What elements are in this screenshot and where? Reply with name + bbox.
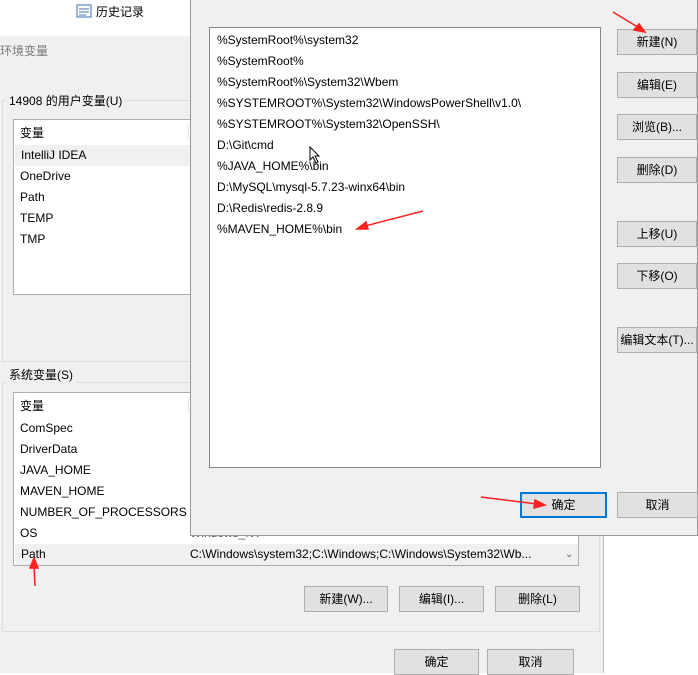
list-item-selected[interactable]: Path C:\Windows\system32;C:\Windows;C:\W… bbox=[15, 544, 578, 565]
user-variables-list[interactable]: 变量 IntelliJ IDEA OneDrive Path TEMP TMP bbox=[13, 119, 193, 295]
history-icon bbox=[76, 3, 92, 19]
edit-path-button[interactable]: 编辑(E) bbox=[617, 72, 697, 98]
path-entries-list[interactable]: %SystemRoot%\system32 %SystemRoot% %Syst… bbox=[209, 27, 601, 468]
history-button[interactable]: 历史记录 bbox=[96, 3, 144, 20]
list-item[interactable]: JAVA_HOME bbox=[20, 460, 91, 481]
new-variable-button[interactable]: 新建(W)... bbox=[304, 586, 388, 612]
dialog-title: 环境变量 bbox=[0, 44, 49, 58]
delete-path-button[interactable]: 删除(D) bbox=[617, 157, 697, 183]
path-entry[interactable]: D:\Redis\redis-2.8.9 bbox=[217, 198, 323, 219]
column-header-variable: 变量 bbox=[20, 126, 45, 140]
cancel-button[interactable]: 取消 bbox=[487, 649, 574, 675]
edit-variable-button[interactable]: 编辑(I)... bbox=[399, 586, 484, 612]
path-entry[interactable]: D:\Git\cmd bbox=[217, 135, 274, 156]
list-item[interactable]: MAVEN_HOME bbox=[20, 481, 104, 502]
path-entry[interactable]: %SYSTEMROOT%\System32\OpenSSH\ bbox=[217, 114, 440, 135]
list-item[interactable]: OS bbox=[20, 523, 37, 544]
path-entry[interactable]: %SYSTEMROOT%\System32\WindowsPowerShell\… bbox=[217, 93, 521, 114]
path-entry[interactable]: %SystemRoot% bbox=[217, 51, 304, 72]
delete-variable-button[interactable]: 删除(L) bbox=[495, 586, 580, 612]
list-item[interactable]: IntelliJ IDEA bbox=[15, 145, 192, 166]
new-path-button[interactable]: 新建(N) bbox=[617, 29, 697, 55]
column-header-variable: 变量 bbox=[20, 399, 45, 413]
list-item[interactable]: OneDrive bbox=[20, 166, 71, 187]
mouse-cursor-icon bbox=[309, 145, 321, 164]
list-item[interactable]: DriverData bbox=[20, 439, 77, 460]
edit-ok-button[interactable]: 确定 bbox=[520, 492, 607, 518]
list-item[interactable]: TEMP bbox=[20, 208, 53, 229]
path-entry[interactable]: %SystemRoot%\System32\Wbem bbox=[217, 72, 398, 93]
list-item[interactable]: NUMBER_OF_PROCESSORS bbox=[20, 502, 187, 523]
variable-name: Path bbox=[21, 547, 46, 561]
move-up-button[interactable]: 上移(U) bbox=[617, 221, 697, 247]
path-entry[interactable]: %SystemRoot%\system32 bbox=[217, 30, 358, 51]
column-separator bbox=[188, 124, 189, 140]
browse-button[interactable]: 浏览(B)... bbox=[617, 114, 697, 140]
scroll-down-arrow-icon[interactable]: ⌄ bbox=[565, 549, 573, 560]
edit-text-button[interactable]: 编辑文本(T)... bbox=[617, 327, 697, 353]
list-item[interactable]: ComSpec bbox=[20, 418, 73, 439]
user-variables-label: 14908 的用户变量(U) bbox=[6, 92, 126, 109]
edit-cancel-button[interactable]: 取消 bbox=[617, 492, 698, 518]
column-separator bbox=[188, 397, 189, 413]
list-item[interactable]: TMP bbox=[20, 229, 45, 250]
path-entry[interactable]: D:\MySQL\mysql-5.7.23-winx64\bin bbox=[217, 177, 405, 198]
explorer-toolbar: 历史记录 bbox=[0, 0, 190, 38]
path-entry[interactable]: %MAVEN_HOME%\bin bbox=[217, 219, 342, 240]
list-item[interactable]: Path bbox=[20, 187, 45, 208]
system-variables-label: 系统变量(S) bbox=[6, 366, 76, 383]
variable-value: C:\Windows\system32;C:\Windows;C:\Window… bbox=[190, 547, 532, 561]
move-down-button[interactable]: 下移(O) bbox=[617, 263, 697, 289]
ok-button[interactable]: 确定 bbox=[394, 649, 479, 675]
